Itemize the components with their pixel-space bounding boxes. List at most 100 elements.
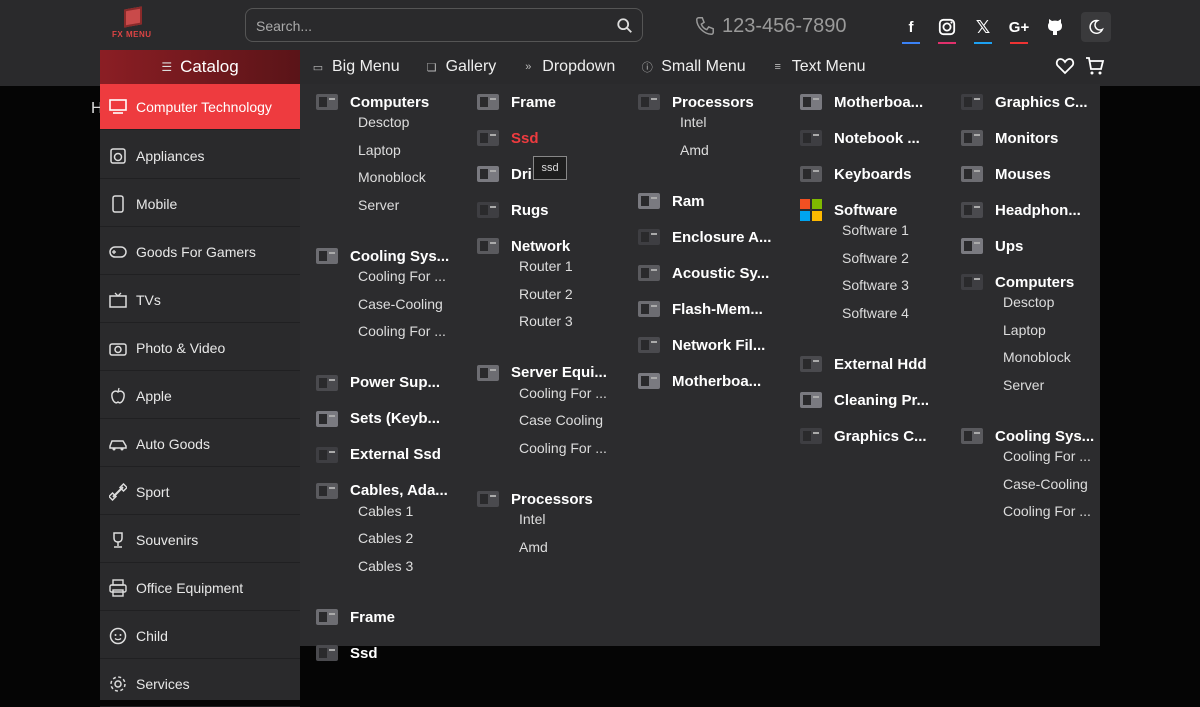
mega-item[interactable]: Flash-Mem... bbox=[634, 295, 763, 323]
search-input[interactable] bbox=[254, 15, 598, 37]
heart-icon[interactable] bbox=[1055, 56, 1075, 76]
mega-item[interactable]: Ssd bbox=[473, 124, 539, 152]
mega-subitem[interactable]: Cables 3 bbox=[358, 558, 413, 574]
mega-subitem[interactable]: Software 1 bbox=[842, 222, 909, 238]
mega-item[interactable]: Monitors bbox=[957, 124, 1058, 152]
mega-item[interactable]: Computers bbox=[957, 268, 1074, 296]
mega-subitem[interactable]: Intel bbox=[680, 114, 706, 130]
sidebar-item-tvs[interactable]: TVs bbox=[100, 277, 300, 323]
mega-subitem[interactable]: Cooling For ... bbox=[358, 268, 446, 284]
mega-subitem[interactable]: Cooling For ... bbox=[358, 323, 446, 339]
mega-item[interactable]: Acoustic Sy... bbox=[634, 259, 769, 287]
phone-contact[interactable]: 123-456-7890 bbox=[694, 12, 847, 40]
mega-subitem[interactable]: Case-Cooling bbox=[358, 296, 443, 312]
mega-subitem[interactable]: Intel bbox=[519, 511, 545, 527]
mega-subitem[interactable]: Cooling For ... bbox=[1003, 503, 1091, 519]
mega-item[interactable]: Motherboa... bbox=[634, 367, 761, 395]
mega-item[interactable]: Computers bbox=[312, 88, 429, 116]
mega-item[interactable]: Keyboards bbox=[796, 160, 912, 188]
mega-subitem[interactable]: Case-Cooling bbox=[1003, 476, 1088, 492]
sidebar-item-computer-technology[interactable]: Computer Technology bbox=[100, 84, 300, 130]
mega-subitem[interactable]: Software 2 bbox=[842, 250, 909, 266]
mega-item[interactable]: Software bbox=[796, 196, 897, 224]
instagram-icon[interactable] bbox=[929, 10, 965, 44]
mega-subitem[interactable]: Monoblock bbox=[1003, 349, 1071, 365]
sidebar-item-auto-goods[interactable]: Auto Goods bbox=[100, 421, 300, 467]
mega-subitem[interactable]: Amd bbox=[519, 539, 548, 555]
facebook-icon[interactable]: f bbox=[893, 10, 929, 44]
mega-subitem[interactable]: Software 4 bbox=[842, 305, 909, 321]
sidebar-item-goods-for-gamers[interactable]: Goods For Gamers bbox=[100, 229, 300, 275]
mega-item[interactable]: Server Equi... bbox=[473, 359, 607, 387]
sidebar-item-services[interactable]: Services bbox=[100, 661, 300, 707]
sidebar-item-appliances[interactable]: Appliances bbox=[100, 133, 300, 179]
mega-subitem[interactable]: Router 1 bbox=[519, 258, 573, 274]
nav-big-menu[interactable]: ▭ Big Menu bbox=[312, 58, 400, 76]
mega-item[interactable]: Cooling Sys... bbox=[312, 242, 449, 270]
mega-item[interactable]: Processors bbox=[473, 485, 593, 513]
mega-item[interactable]: Network bbox=[473, 232, 570, 260]
mega-item[interactable]: Frame bbox=[473, 88, 556, 116]
mega-item[interactable]: External Hdd bbox=[796, 350, 927, 378]
mega-subitem[interactable]: Cooling For ... bbox=[519, 385, 607, 401]
mega-item[interactable]: Graphics C... bbox=[957, 88, 1088, 116]
mega-item[interactable]: Rugs bbox=[473, 196, 549, 224]
mega-item[interactable]: Cooling Sys... bbox=[957, 422, 1094, 450]
mega-item[interactable]: Ssd bbox=[312, 639, 378, 667]
mega-subitem[interactable]: Router 2 bbox=[519, 286, 573, 302]
x-icon[interactable]: 𝕏 bbox=[965, 10, 1001, 44]
mega-item[interactable]: Sets (Keyb... bbox=[312, 405, 440, 433]
mega-subitem[interactable]: Software 3 bbox=[842, 277, 909, 293]
sidebar-item-apple[interactable]: Apple bbox=[100, 373, 300, 419]
mega-item[interactable]: Enclosure A... bbox=[634, 223, 771, 251]
mega-subitem[interactable]: Desctop bbox=[1003, 294, 1054, 310]
mega-item-title: Graphics C... bbox=[995, 93, 1088, 111]
nav-small-menu[interactable]: ⓘ Small Menu bbox=[641, 58, 746, 76]
mega-item[interactable]: Notebook ... bbox=[796, 124, 920, 152]
mega-subitem[interactable]: Cooling For ... bbox=[519, 440, 607, 456]
sidebar-item-child[interactable]: Child bbox=[100, 613, 300, 659]
mega-subitem[interactable]: Cooling For ... bbox=[1003, 448, 1091, 464]
mega-subitem[interactable]: Case Cooling bbox=[519, 412, 603, 428]
mega-subitem[interactable]: Cables 2 bbox=[358, 530, 413, 546]
nav-dropdown[interactable]: » Dropdown bbox=[522, 58, 615, 76]
mega-item[interactable]: Frame bbox=[312, 603, 395, 631]
mega-item[interactable]: Ups bbox=[957, 232, 1023, 260]
mega-subitem[interactable]: Laptop bbox=[1003, 322, 1046, 338]
mega-item[interactable]: Network Fil... bbox=[634, 331, 765, 359]
sidebar-item-photo-video[interactable]: Photo & Video bbox=[100, 325, 300, 371]
search-icon[interactable] bbox=[616, 17, 634, 35]
mega-item[interactable]: Ram bbox=[634, 187, 705, 215]
search-box[interactable] bbox=[245, 8, 643, 42]
sidebar-item-office-equipment[interactable]: Office Equipment bbox=[100, 565, 300, 611]
sidebar-item-sport[interactable]: Sport bbox=[100, 469, 300, 515]
mega-item[interactable]: Headphon... bbox=[957, 196, 1081, 224]
mega-subitem[interactable]: Server bbox=[1003, 377, 1044, 393]
mega-item[interactable]: Cables, Ada... bbox=[312, 477, 448, 505]
brand-logo[interactable]: FX MENU bbox=[108, 6, 158, 42]
mega-item[interactable]: Processors bbox=[634, 88, 754, 116]
cart-icon[interactable] bbox=[1085, 56, 1105, 76]
nav-gallery[interactable]: ❏ Gallery bbox=[426, 58, 497, 76]
mega-subitem[interactable]: Amd bbox=[680, 142, 709, 158]
github-icon[interactable] bbox=[1037, 10, 1073, 44]
mega-item[interactable]: Dri bbox=[473, 160, 532, 188]
mega-subitem[interactable]: Desctop bbox=[358, 114, 409, 130]
theme-toggle-button[interactable] bbox=[1081, 12, 1111, 42]
mega-item[interactable]: Graphics C... bbox=[796, 422, 927, 450]
mega-item[interactable]: Mouses bbox=[957, 160, 1051, 188]
mega-item[interactable]: External Ssd bbox=[312, 441, 441, 469]
mega-subitem[interactable]: Router 3 bbox=[519, 313, 573, 329]
mega-subitem[interactable]: Cables 1 bbox=[358, 503, 413, 519]
mega-subitem[interactable]: Server bbox=[358, 197, 399, 213]
mega-item[interactable]: Motherboa... bbox=[796, 88, 923, 116]
catalog-button[interactable]: ☰ Catalog bbox=[100, 50, 300, 84]
mega-subitem[interactable]: Laptop bbox=[358, 142, 401, 158]
mega-item[interactable]: Cleaning Pr... bbox=[796, 386, 929, 414]
sidebar-item-mobile[interactable]: Mobile bbox=[100, 181, 300, 227]
sidebar-item-souvenirs[interactable]: Souvenirs bbox=[100, 517, 300, 563]
nav-text-menu[interactable]: ≡ Text Menu bbox=[772, 58, 865, 76]
mega-subitem[interactable]: Monoblock bbox=[358, 169, 426, 185]
mega-item[interactable]: Power Sup... bbox=[312, 369, 440, 397]
google-plus-icon[interactable]: G+ bbox=[1001, 10, 1037, 44]
